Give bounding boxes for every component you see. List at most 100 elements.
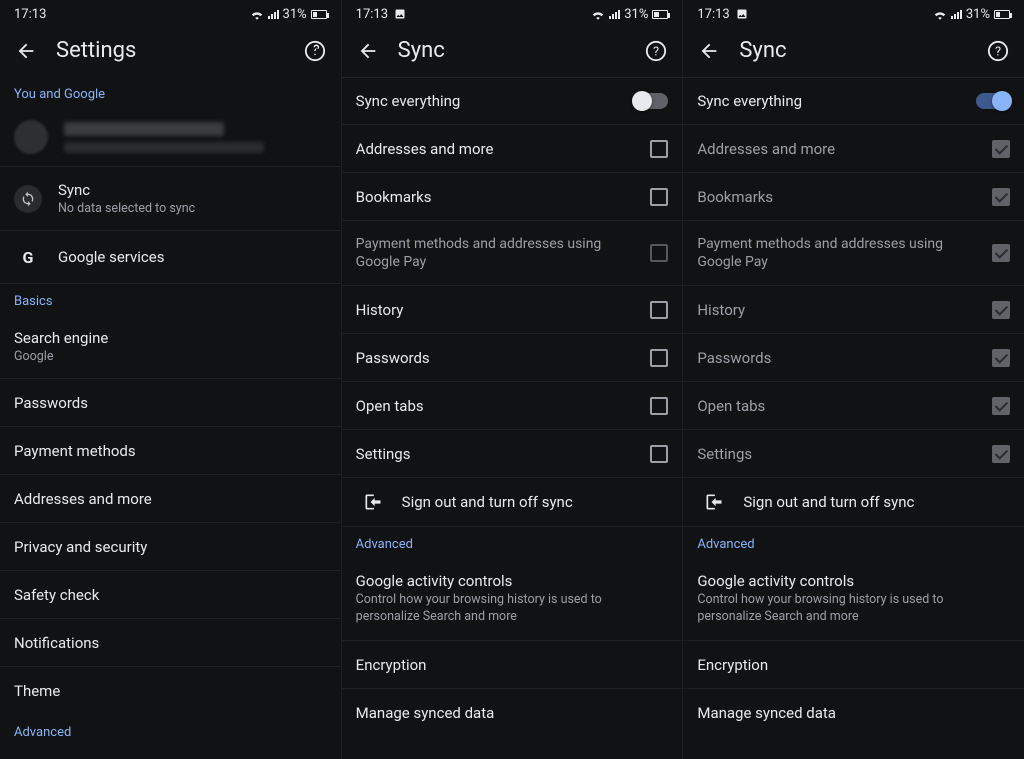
- bookmarks-row: Bookmarks: [683, 173, 1024, 221]
- signal-icon: [268, 9, 279, 19]
- activity-sub: Control how your browsing history is use…: [697, 592, 1010, 626]
- encryption-row[interactable]: Encryption: [683, 641, 1024, 689]
- account-email-blurred: [64, 142, 264, 153]
- opentabs-label: Open tabs: [697, 397, 976, 415]
- panel-sync-on: 17:13 31% Sync ? Sync everything Address…: [682, 0, 1024, 759]
- addresses-checkbox[interactable]: [650, 140, 668, 158]
- app-bar: Settings: [0, 28, 341, 77]
- payment-gpay-row[interactable]: Payment methods and addresses using Goog…: [342, 221, 683, 286]
- status-bar: 17:13 31%: [342, 0, 683, 28]
- privacy-label: Privacy and security: [14, 538, 327, 556]
- addresses-label: Addresses and more: [14, 490, 327, 508]
- settings-label: Settings: [697, 445, 976, 463]
- payment-gpay-label: Payment methods and addresses using Goog…: [697, 235, 976, 271]
- bookmarks-row[interactable]: Bookmarks: [342, 173, 683, 221]
- screenshot-icon: [736, 8, 748, 20]
- settings-sync-row[interactable]: Settings: [342, 430, 683, 478]
- help-button[interactable]: [303, 39, 327, 63]
- theme-label: Theme: [14, 682, 327, 700]
- addresses-row[interactable]: Addresses and more: [342, 125, 683, 173]
- help-button[interactable]: ?: [644, 39, 668, 63]
- payment-label: Payment methods: [14, 442, 327, 460]
- account-name-blurred: [64, 122, 224, 136]
- sync-row[interactable]: Sync No data selected to sync: [0, 167, 341, 231]
- settings-sync-row: Settings: [683, 430, 1024, 478]
- passwords-row[interactable]: Passwords: [0, 379, 341, 427]
- sync-list: Sync everything Addresses and more Bookm…: [342, 77, 683, 759]
- activity-row[interactable]: Google activity controls Control how you…: [342, 558, 683, 641]
- google-services-row[interactable]: G Google services: [0, 231, 341, 284]
- privacy-row[interactable]: Privacy and security: [0, 523, 341, 571]
- section-advanced-1: Advanced: [0, 715, 341, 746]
- opentabs-row[interactable]: Open tabs: [342, 382, 683, 430]
- help-button[interactable]: ?: [986, 39, 1010, 63]
- history-row[interactable]: History: [342, 286, 683, 334]
- sync-everything-row[interactable]: Sync everything: [342, 77, 683, 125]
- sync-everything-label: Sync everything: [356, 92, 619, 110]
- passwords-checkbox[interactable]: [650, 349, 668, 367]
- search-engine-label: Search engine: [14, 329, 327, 347]
- opentabs-checkbox: [992, 397, 1010, 415]
- payment-methods-row[interactable]: Payment methods: [0, 427, 341, 475]
- app-bar: Sync ?: [683, 28, 1024, 77]
- status-time: 17:13: [14, 7, 46, 22]
- opentabs-checkbox[interactable]: [650, 397, 668, 415]
- status-bar: 17:13 31%: [683, 0, 1024, 28]
- signout-icon: [362, 492, 384, 512]
- settings-checkbox[interactable]: [650, 445, 668, 463]
- theme-row[interactable]: Theme: [0, 667, 341, 715]
- signout-row[interactable]: Sign out and turn off sync: [683, 478, 1024, 527]
- settings-label: Settings: [356, 445, 635, 463]
- history-checkbox[interactable]: [650, 301, 668, 319]
- sync-everything-toggle[interactable]: [976, 93, 1010, 109]
- notifications-label: Notifications: [14, 634, 327, 652]
- notifications-row[interactable]: Notifications: [0, 619, 341, 667]
- safety-row[interactable]: Safety check: [0, 571, 341, 619]
- manage-row[interactable]: Manage synced data: [342, 689, 683, 737]
- activity-sub: Control how your browsing history is use…: [356, 592, 669, 626]
- sync-everything-toggle[interactable]: [634, 93, 668, 109]
- back-button[interactable]: [697, 39, 721, 63]
- bookmarks-label: Bookmarks: [356, 188, 635, 206]
- sync-everything-row[interactable]: Sync everything: [683, 77, 1024, 125]
- payment-gpay-checkbox: [650, 244, 668, 262]
- history-checkbox: [992, 301, 1010, 319]
- activity-label: Google activity controls: [697, 572, 1010, 590]
- page-title: Sync: [398, 38, 627, 63]
- battery-percent: 31%: [283, 7, 307, 22]
- back-button[interactable]: [14, 39, 38, 63]
- signout-icon: [703, 492, 725, 512]
- payment-gpay-checkbox: [992, 244, 1010, 262]
- manage-row[interactable]: Manage synced data: [683, 689, 1024, 737]
- section-basics: Basics: [0, 284, 341, 315]
- battery-icon: [652, 10, 668, 19]
- battery-percent: 31%: [966, 7, 990, 22]
- manage-label: Manage synced data: [356, 704, 669, 722]
- safety-label: Safety check: [14, 586, 327, 604]
- status-bar: 17:13 31%: [0, 0, 341, 28]
- sync-list: Sync everything Addresses and more Bookm…: [683, 77, 1024, 759]
- addresses-row[interactable]: Addresses and more: [0, 475, 341, 523]
- back-button[interactable]: [356, 39, 380, 63]
- addresses-label: Addresses and more: [697, 140, 976, 158]
- encryption-label: Encryption: [356, 656, 669, 674]
- activity-label: Google activity controls: [356, 572, 669, 590]
- passwords-row[interactable]: Passwords: [342, 334, 683, 382]
- search-engine-value: Google: [14, 349, 327, 364]
- bookmarks-checkbox: [992, 188, 1010, 206]
- battery-percent: 31%: [624, 7, 648, 22]
- addresses-label: Addresses and more: [356, 140, 635, 158]
- status-time: 17:13: [697, 7, 729, 22]
- search-engine-row[interactable]: Search engine Google: [0, 315, 341, 379]
- signal-icon: [951, 9, 962, 19]
- panel-settings: 17:13 31% Settings You and Google: [0, 0, 341, 759]
- encryption-row[interactable]: Encryption: [342, 641, 683, 689]
- bookmarks-checkbox[interactable]: [650, 188, 668, 206]
- passwords-label: Passwords: [14, 394, 327, 412]
- signout-label: Sign out and turn off sync: [743, 493, 914, 511]
- account-row[interactable]: [0, 108, 341, 167]
- opentabs-label: Open tabs: [356, 397, 635, 415]
- activity-row[interactable]: Google activity controls Control how you…: [683, 558, 1024, 641]
- screenshot-icon: [394, 8, 406, 20]
- signout-row[interactable]: Sign out and turn off sync: [342, 478, 683, 527]
